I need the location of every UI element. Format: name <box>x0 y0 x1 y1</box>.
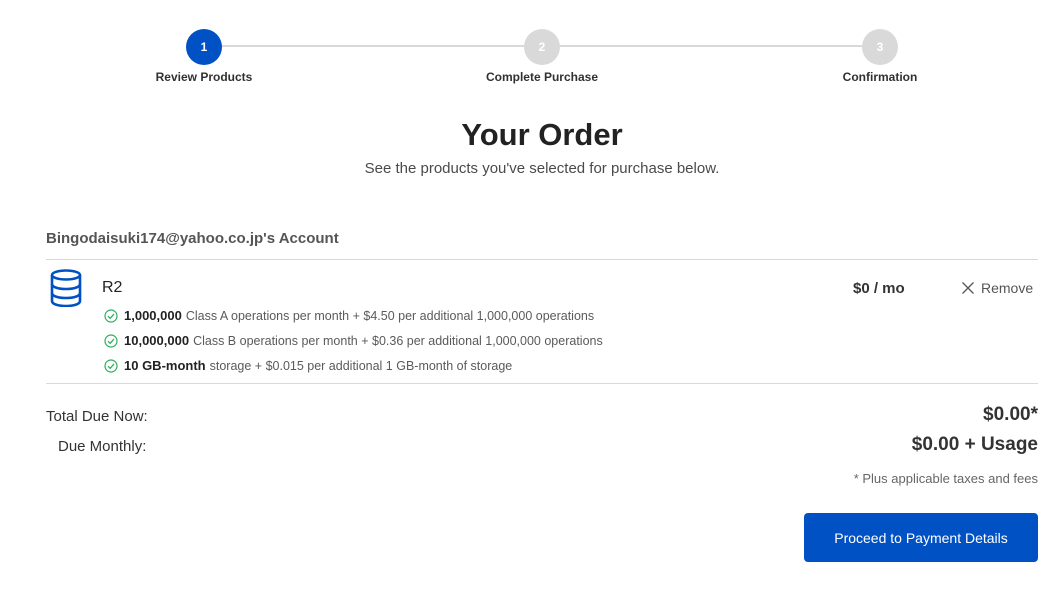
total-due-now-value: $0.00* <box>983 404 1038 425</box>
step-number: 1 <box>186 29 222 65</box>
feature-item: 10,000,000 Class B operations per month … <box>104 328 603 353</box>
feature-text: Class A operations per month + $4.50 per… <box>185 308 595 323</box>
feature-amount: 10 GB-month <box>124 358 206 373</box>
remove-label: Remove <box>981 280 1034 296</box>
product-features: 1,000,000 Class A operations per month +… <box>104 303 603 378</box>
total-due-now-label: Total Due Now: <box>46 408 148 425</box>
check-circle-icon <box>104 333 118 348</box>
close-icon <box>962 282 974 294</box>
step-label: Confirmation <box>842 70 918 84</box>
feature-item: 10 GB-month storage + $0.015 per additio… <box>104 353 603 378</box>
checkout-stepper: 1 Review Products 2 Complete Purchase 3 … <box>0 0 1059 100</box>
proceed-to-payment-button[interactable]: Proceed to Payment Details <box>804 513 1038 562</box>
step-label: Complete Purchase <box>485 70 599 84</box>
page-title: Your Order <box>461 117 623 152</box>
step-complete-purchase: 2 Complete Purchase <box>442 29 642 84</box>
remove-button[interactable]: Remove <box>961 280 1033 296</box>
step-number: 3 <box>862 29 898 65</box>
feature-amount: 10,000,000 <box>124 333 190 348</box>
due-monthly-label: Due Monthly: <box>58 438 147 455</box>
step-confirmation: 3 Confirmation <box>780 29 980 84</box>
database-icon <box>50 269 82 307</box>
feature-item: 1,000,000 Class A operations per month +… <box>104 303 603 328</box>
divider <box>46 383 1038 384</box>
account-label: Bingodaisuki174@yahoo.co.jp's Account <box>46 230 339 247</box>
feature-amount: 1,000,000 <box>124 308 182 323</box>
check-circle-icon <box>104 358 118 373</box>
check-circle-icon <box>104 308 118 323</box>
step-review-products: 1 Review Products <box>104 29 304 84</box>
step-number: 2 <box>524 29 560 65</box>
step-label: Review Products <box>155 70 253 84</box>
product-name: R2 <box>102 279 123 296</box>
feature-text: storage + $0.015 per additional 1 GB-mon… <box>209 358 513 373</box>
tax-note: * Plus applicable taxes and fees <box>853 471 1038 486</box>
due-monthly-value: $0.00 + Usage <box>911 434 1038 455</box>
divider <box>46 259 1038 260</box>
page-subtitle: See the products you've selected for pur… <box>364 160 720 177</box>
feature-text: Class B operations per month + $0.36 per… <box>193 333 603 348</box>
product-price: $0 / mo <box>853 280 905 297</box>
